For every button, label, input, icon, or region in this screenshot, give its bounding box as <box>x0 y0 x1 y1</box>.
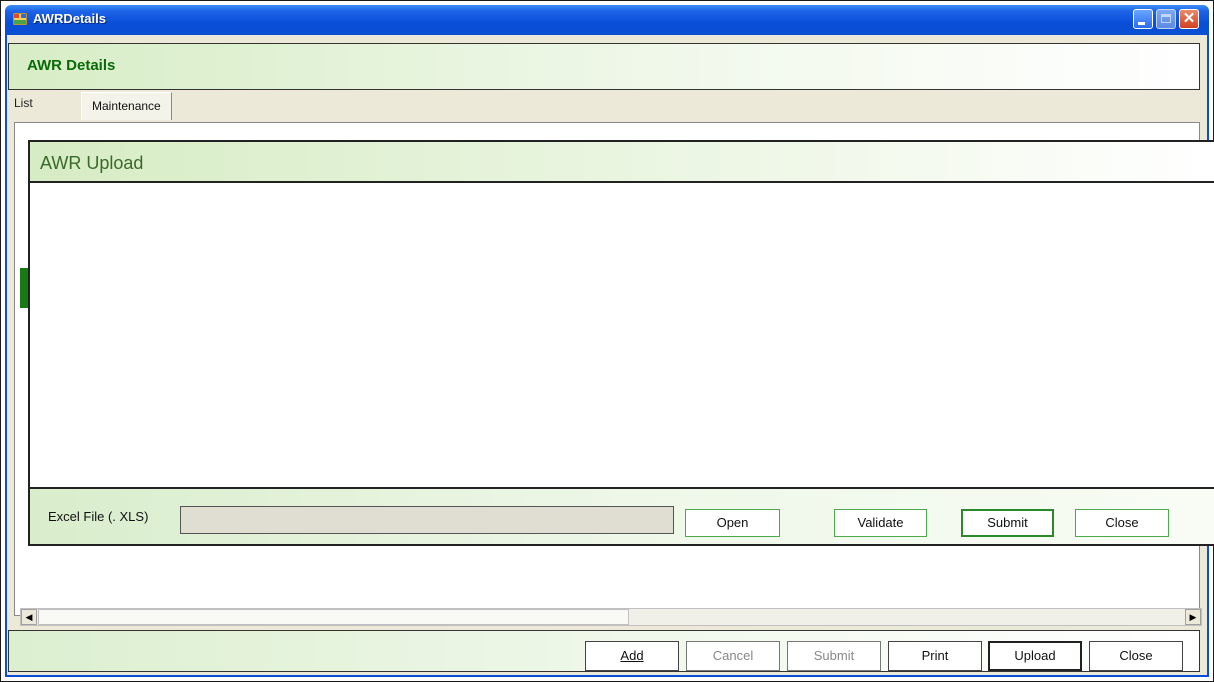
dialog-content-area <box>30 183 1214 487</box>
excel-file-path-input[interactable] <box>180 506 674 534</box>
maximize-button[interactable] <box>1156 9 1176 29</box>
minimize-button[interactable] <box>1133 9 1153 29</box>
dialog-header: AWR Upload <box>30 142 1214 183</box>
tab-list[interactable]: List <box>14 96 33 110</box>
arrow-right-icon[interactable]: ▶ <box>1185 609 1201 625</box>
excel-file-label: Excel File (. XLS) <box>48 509 149 524</box>
tab-strip: List Maintenance <box>8 92 1208 120</box>
upload-button[interactable]: Upload <box>988 641 1082 671</box>
add-button-label: Add <box>620 648 644 663</box>
add-button[interactable]: Add <box>585 641 679 671</box>
maximize-icon <box>1161 14 1171 23</box>
arrow-left-icon[interactable]: ◀ <box>21 609 37 625</box>
dialog-submit-button[interactable]: Submit <box>961 509 1054 537</box>
footer-submit-button[interactable]: Submit <box>787 641 881 671</box>
scrollbar-thumb[interactable] <box>38 609 629 625</box>
dialog-title: AWR Upload <box>40 153 144 173</box>
horizontal-scrollbar[interactable]: ◀ ▶ <box>20 608 1202 626</box>
dialog-close-button[interactable]: Close <box>1075 509 1169 537</box>
open-button[interactable]: Open <box>685 509 780 537</box>
page-title: AWR Details <box>27 57 116 74</box>
window-close-button[interactable]: ✕ <box>1179 9 1199 29</box>
title-bar[interactable]: AWRDetails ✕ <box>5 5 1209 35</box>
app-window-icon <box>13 13 27 25</box>
footer-close-button[interactable]: Close <box>1089 641 1183 671</box>
validate-button[interactable]: Validate <box>834 509 927 537</box>
window-title: AWRDetails <box>33 11 106 26</box>
close-icon: ✕ <box>1182 10 1196 27</box>
cancel-button[interactable]: Cancel <box>686 641 780 671</box>
row-selector[interactable] <box>20 268 28 308</box>
print-button[interactable]: Print <box>888 641 982 671</box>
awr-upload-dialog: AWR Upload Excel File (. XLS) Open Valid… <box>28 140 1214 546</box>
tab-maintenance[interactable]: Maintenance <box>81 92 172 120</box>
minimize-icon <box>1138 22 1145 25</box>
details-header: AWR Details <box>8 43 1200 90</box>
dialog-footer: Excel File (. XLS) Open Validate Submit … <box>30 487 1214 544</box>
